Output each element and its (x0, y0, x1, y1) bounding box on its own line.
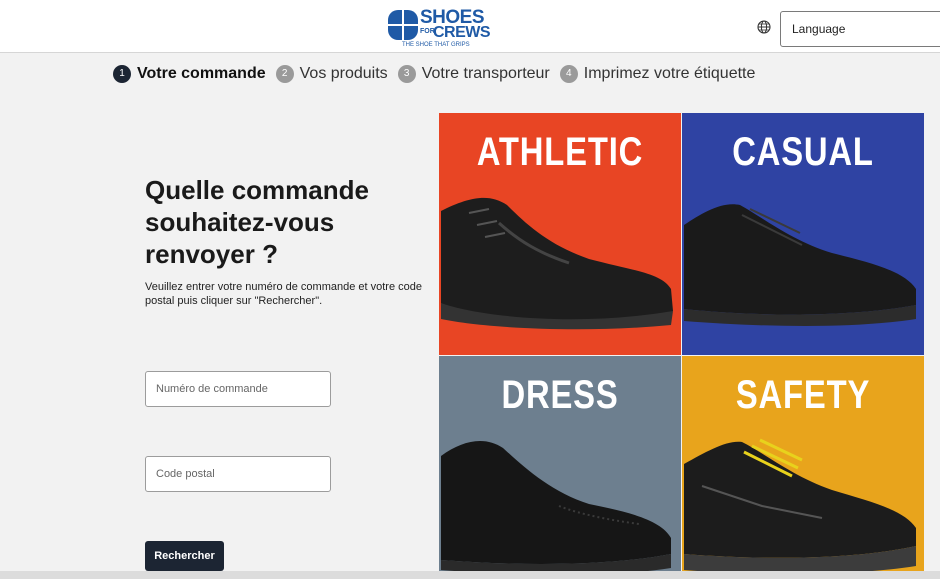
header: SHOES FOR CREWS THE SHOE THAT GRIPS Lang… (0, 0, 940, 53)
logo-text-for: FOR (420, 28, 435, 35)
category-image-grid: ATHLETIC CASUAL DRESS SAFETY (439, 113, 925, 579)
logo-mark-icon (388, 10, 418, 40)
step-label: Votre commande (137, 65, 266, 82)
step-number: 4 (559, 65, 578, 83)
logo-text-crews: CREWS (433, 24, 491, 41)
language-select-value: Language (792, 22, 846, 36)
globe-icon (757, 20, 771, 34)
step-votre-transporteur: 3 Votre transporteur (397, 65, 550, 83)
casual-tile: CASUAL (682, 113, 924, 355)
safety-tile: SAFETY (682, 356, 924, 579)
athletic-shoe-image (441, 197, 673, 330)
dress-tile: DRESS (439, 356, 681, 579)
athletic-tile: ATHLETIC (439, 113, 681, 355)
step-label: Vos produits (299, 65, 388, 82)
step-label: Imprimez votre étiquette (583, 65, 756, 82)
dress-shoe-image (441, 441, 671, 575)
step-label: Votre transporteur (421, 65, 550, 82)
step-votre-commande: 1 Votre commande (113, 65, 266, 83)
page-description: Veuillez entrer votre numéro de commande… (145, 281, 422, 307)
step-imprimez-etiquette: 4 Imprimez votre étiquette (559, 65, 756, 83)
progress-steps: 1 Votre commande 2 Vos produits 3 Votre … (113, 63, 765, 85)
search-button[interactable]: Rechercher (145, 541, 224, 571)
order-number-input[interactable] (145, 371, 331, 407)
step-vos-produits: 2 Vos produits (275, 65, 388, 83)
casual-shoe-image (684, 204, 916, 326)
horizontal-scrollbar[interactable] (0, 571, 940, 579)
step-number: 1 (113, 65, 131, 83)
shoes-for-crews-logo[interactable]: SHOES FOR CREWS THE SHOE THAT GRIPS (388, 8, 492, 49)
safety-shoe-image (684, 438, 916, 575)
logo-tagline: THE SHOE THAT GRIPS (402, 42, 470, 48)
step-number: 3 (397, 65, 416, 83)
page-title: Quelle commande souhaitez-vous renvoyer … (145, 175, 369, 269)
postal-code-input[interactable] (145, 456, 331, 492)
language-select[interactable]: Language (780, 11, 940, 47)
step-number: 2 (275, 65, 294, 83)
